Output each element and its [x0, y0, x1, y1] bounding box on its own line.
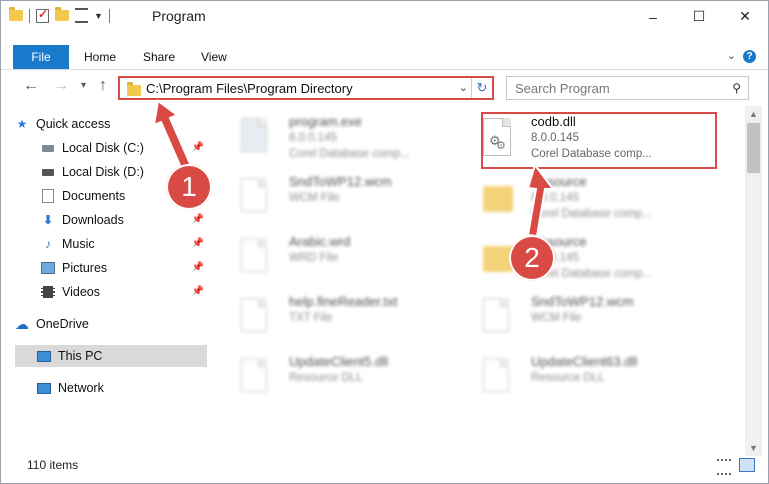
- arrow-2: [526, 162, 555, 238]
- arrow-1: [152, 99, 193, 172]
- callout-badge-2: 2: [509, 235, 555, 281]
- callout-badge-1: 1: [166, 164, 212, 210]
- callout-arrows: [152, 99, 555, 238]
- explorer-window: ▼ Program – ☐ ✕ File Home Share View ⌄ ?…: [0, 0, 769, 484]
